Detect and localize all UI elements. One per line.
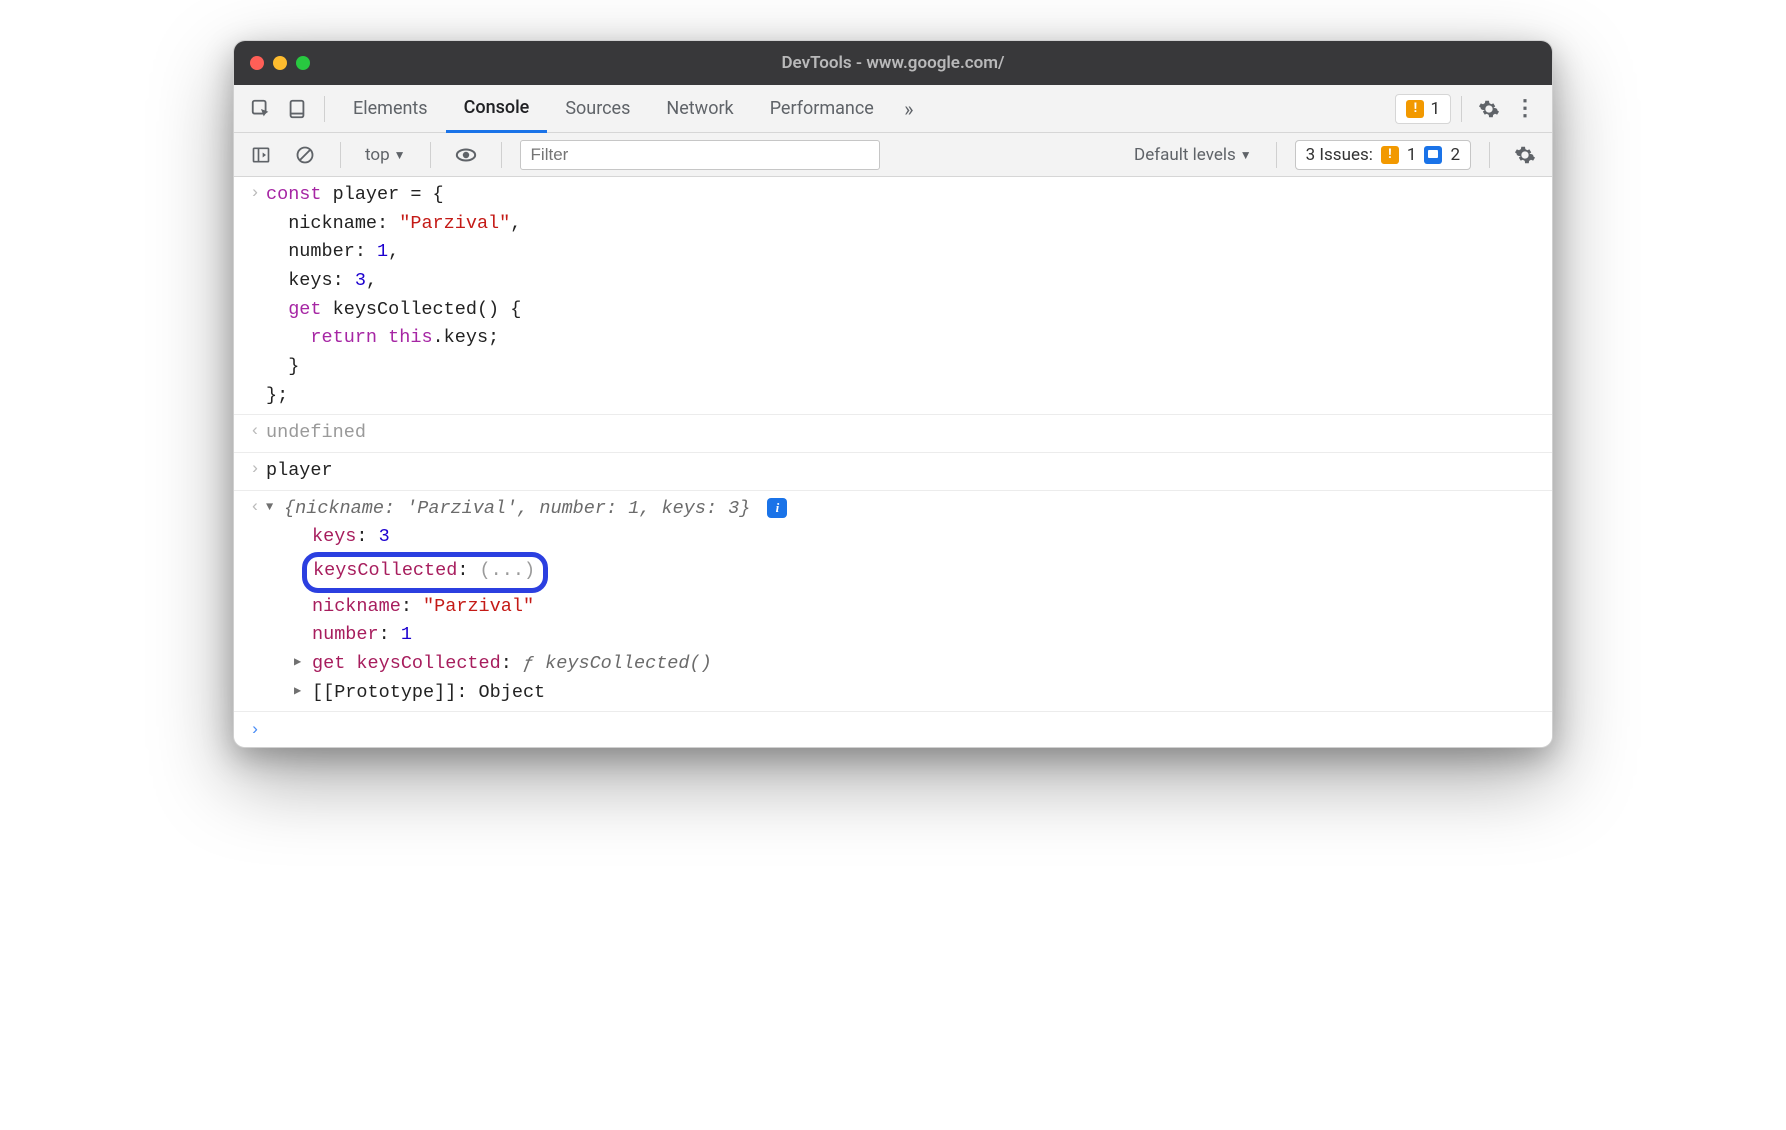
- property-row-function[interactable]: get keysCollected: ƒ keysCollected(): [292, 650, 1540, 679]
- separator: [324, 96, 325, 122]
- toggle-sidebar-icon[interactable]: [244, 138, 278, 172]
- inspect-element-icon[interactable]: [244, 92, 278, 126]
- console-settings-icon[interactable]: [1508, 138, 1542, 172]
- titlebar: DevTools - www.google.com/: [234, 41, 1552, 85]
- issues-summary[interactable]: 3 Issues: ! 1 2: [1295, 140, 1471, 170]
- minimize-window-button[interactable]: [273, 56, 287, 70]
- more-options-icon[interactable]: ⋮: [1508, 92, 1542, 126]
- chevron-down-icon: ▼: [394, 148, 406, 162]
- clear-console-icon[interactable]: [288, 138, 322, 172]
- property-row[interactable]: number: 1: [292, 621, 1540, 650]
- warnings-badge[interactable]: ! 1: [1395, 94, 1451, 124]
- code-block: const player = { nickname: "Parzival", n…: [266, 179, 1540, 412]
- devtools-window: DevTools - www.google.com/ Elements Cons…: [233, 40, 1553, 748]
- more-tabs-icon[interactable]: »: [892, 92, 926, 126]
- info-badge-icon[interactable]: i: [767, 498, 787, 518]
- property-row[interactable]: keys: 3: [292, 523, 1540, 552]
- tab-performance[interactable]: Performance: [752, 85, 892, 133]
- filter-input[interactable]: [520, 140, 880, 170]
- levels-label: Default levels: [1134, 145, 1236, 165]
- property-row[interactable]: nickname: "Parzival": [292, 593, 1540, 622]
- tab-network[interactable]: Network: [648, 85, 751, 133]
- device-toolbar-icon[interactable]: [280, 92, 314, 126]
- log-levels-selector[interactable]: Default levels ▼: [1128, 143, 1258, 167]
- return-value: undefined: [266, 422, 366, 443]
- info-icon: [1424, 146, 1442, 164]
- input-chevron-icon: ›: [244, 179, 266, 207]
- issues-label: 3 Issues:: [1306, 145, 1373, 165]
- input-chevron-icon: ›: [244, 455, 266, 483]
- warnings-count: 1: [1430, 99, 1440, 119]
- live-expression-icon[interactable]: [449, 138, 483, 172]
- property-row-getter[interactable]: keysCollected: (...): [292, 552, 1540, 593]
- console-message[interactable]: ‹ {nickname: 'Parzival', number: 1, keys…: [234, 491, 1552, 712]
- tab-elements[interactable]: Elements: [335, 85, 446, 133]
- close-window-button[interactable]: [250, 56, 264, 70]
- chevron-down-icon: ▼: [1240, 148, 1252, 162]
- console-toolbar: top ▼ Default levels ▼ 3 Issues: ! 1 2: [234, 133, 1552, 177]
- panel-tabs-bar: Elements Console Sources Network Perform…: [234, 85, 1552, 133]
- tab-console[interactable]: Console: [446, 85, 548, 133]
- tab-sources[interactable]: Sources: [547, 85, 648, 133]
- console-message[interactable]: › player: [234, 453, 1552, 491]
- tabs: Elements Console Sources Network Perform…: [335, 85, 926, 133]
- output-chevron-icon: ‹: [244, 493, 266, 521]
- settings-icon[interactable]: [1472, 92, 1506, 126]
- separator: [340, 142, 341, 168]
- context-selector[interactable]: top ▼: [359, 143, 412, 167]
- object-summary[interactable]: {nickname: 'Parzival', number: 1, keys: …: [266, 495, 1540, 524]
- console-prompt[interactable]: ›: [234, 711, 1552, 747]
- window-title: DevTools - www.google.com/: [234, 53, 1552, 73]
- warning-icon: !: [1381, 146, 1399, 164]
- issues-info-count: 2: [1450, 145, 1460, 165]
- console-message[interactable]: › const player = { nickname: "Parzival",…: [234, 177, 1552, 415]
- zoom-window-button[interactable]: [296, 56, 310, 70]
- separator: [501, 142, 502, 168]
- separator: [1461, 96, 1462, 122]
- separator: [1276, 142, 1277, 168]
- prompt-chevron-icon: ›: [244, 716, 266, 744]
- traffic-lights: [250, 56, 310, 70]
- issues-warn-count: 1: [1407, 145, 1417, 165]
- warning-icon: !: [1406, 100, 1424, 118]
- object-properties: keys: 3 keysCollected: (...) nickname: "…: [266, 523, 1540, 707]
- code-text: player: [266, 460, 333, 481]
- console-output: › const player = { nickname: "Parzival",…: [234, 177, 1552, 747]
- output-chevron-icon: ‹: [244, 417, 266, 445]
- property-row-prototype[interactable]: [[Prototype]]: Object: [292, 679, 1540, 708]
- separator: [430, 142, 431, 168]
- separator: [1489, 142, 1490, 168]
- console-message[interactable]: ‹ undefined: [234, 415, 1552, 453]
- context-label: top: [365, 145, 390, 165]
